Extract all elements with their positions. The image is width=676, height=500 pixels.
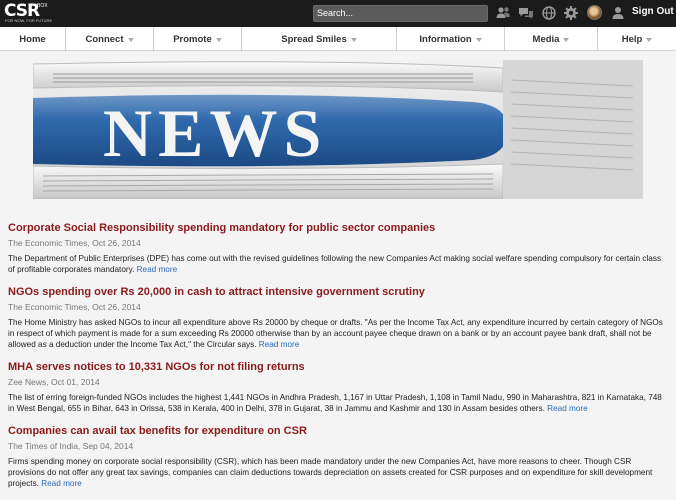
chevron-down-icon [215, 37, 222, 42]
news-article: Corporate Social Responsibility spending… [8, 221, 668, 275]
nav-help-label: Help [621, 33, 643, 45]
chevron-down-icon [563, 37, 570, 42]
nav-help[interactable]: Help [598, 27, 676, 51]
nav-connect[interactable]: Connect [66, 27, 154, 51]
read-more-link[interactable]: Read more [137, 265, 178, 274]
nav-spread-smiles-label: Spread Smiles [281, 33, 347, 45]
avatar[interactable] [587, 5, 602, 20]
top-bar: CSR BOX FOR NOW, FOR FUTURE Search... Si… [0, 0, 676, 27]
article-summary: The list of erring foreign-funded NGOs i… [8, 392, 668, 414]
nav-spread-smiles[interactable]: Spread Smiles [242, 27, 397, 51]
article-source: The Economic Times, Oct 26, 2014 [8, 302, 141, 312]
logo[interactable]: CSR BOX FOR NOW, FOR FUTURE [4, 2, 52, 25]
chevron-down-icon [646, 37, 653, 42]
search-input[interactable]: Search... [313, 5, 488, 22]
newspaper-banner-image: NEWS [33, 60, 643, 199]
read-more-link[interactable]: Read more [41, 479, 82, 488]
article-summary: Firms spending money on corporate social… [8, 456, 668, 489]
main-nav: Home Connect Promote Spread Smiles Infor… [0, 27, 676, 51]
nav-promote[interactable]: Promote [154, 27, 242, 51]
read-more-link[interactable]: Read more [547, 404, 588, 413]
banner-headline: NEWS [103, 95, 327, 171]
settings-icon[interactable] [563, 5, 579, 21]
article-summary: The Home Ministry has asked NGOs to incu… [8, 317, 668, 350]
messages-icon[interactable] [518, 5, 534, 21]
article-title[interactable]: Companies can avail tax benefits for exp… [8, 424, 668, 438]
nav-media[interactable]: Media [505, 27, 598, 51]
nav-information-label: Information [419, 33, 472, 45]
nav-connect-label: Connect [85, 33, 124, 45]
chevron-down-icon [127, 37, 134, 42]
nav-home-label: Home [19, 33, 46, 45]
nav-media-label: Media [532, 33, 560, 45]
news-banner: NEWS [33, 60, 643, 199]
article-title[interactable]: NGOs spending over Rs 20,000 in cash to … [8, 285, 668, 299]
nav-home[interactable]: Home [0, 27, 66, 51]
chevron-down-icon [350, 37, 357, 42]
article-title[interactable]: MHA serves notices to 10,331 NGOs for no… [8, 360, 668, 374]
person-icon[interactable] [610, 5, 626, 21]
news-article: Companies can avail tax benefits for exp… [8, 424, 668, 489]
article-summary: The Department of Public Enterprises (DP… [8, 253, 668, 275]
article-summary-text: Firms spending money on corporate social… [8, 457, 653, 488]
article-summary-text: The Home Ministry has asked NGOs to incu… [8, 318, 663, 349]
logo-mark: BOX [37, 3, 48, 9]
article-source: The Times of India, Sep 04, 2014 [8, 441, 134, 451]
news-list: Corporate Social Responsibility spending… [8, 221, 668, 499]
article-source: Zee News, Oct 01, 2014 [8, 377, 100, 387]
news-article: MHA serves notices to 10,331 NGOs for no… [8, 360, 668, 414]
users-icon[interactable] [495, 5, 511, 21]
article-title[interactable]: Corporate Social Responsibility spending… [8, 221, 668, 235]
article-source: The Economic Times, Oct 26, 2014 [8, 238, 141, 248]
news-article: NGOs spending over Rs 20,000 in cash to … [8, 285, 668, 350]
sign-out-link[interactable]: Sign Out [632, 6, 674, 17]
logo-tagline: FOR NOW, FOR FUTURE [5, 18, 53, 23]
search-placeholder: Search... [317, 8, 354, 18]
chevron-down-icon [475, 37, 482, 42]
nav-promote-label: Promote [173, 33, 212, 45]
article-summary-text: The Department of Public Enterprises (DP… [8, 254, 662, 274]
globe-icon[interactable] [541, 5, 557, 21]
nav-information[interactable]: Information [397, 27, 505, 51]
read-more-link[interactable]: Read more [259, 340, 300, 349]
